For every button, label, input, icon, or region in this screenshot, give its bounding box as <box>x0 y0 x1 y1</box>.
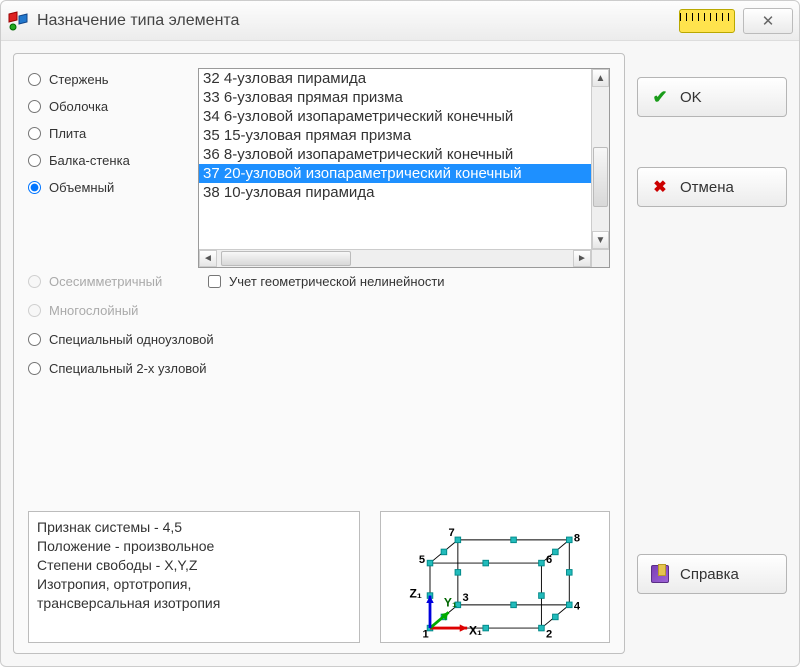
radio-axisym-label: Осесимметричный <box>49 274 162 289</box>
vscroll-track[interactable] <box>592 87 609 231</box>
radio-rod-input[interactable] <box>28 73 41 86</box>
list-item[interactable]: 32 4-узловая пирамида <box>199 69 591 88</box>
radio-special2[interactable]: Специальный 2-х узловой <box>28 361 610 376</box>
list-item[interactable]: 38 10-узловая пирамида <box>199 183 591 202</box>
help-button[interactable]: Справка <box>637 554 787 594</box>
cancel-button-label: Отмена <box>680 179 734 196</box>
element-preview: 1 2 3 4 5 6 7 8 X₁ Y₁ Z₁ <box>380 511 610 643</box>
cancel-button[interactable]: Отмена <box>637 167 787 207</box>
radio-plate[interactable]: Плита <box>28 126 188 141</box>
scroll-up-icon[interactable]: ▲ <box>592 69 609 87</box>
list-item[interactable]: 34 6-узловой изопараметрический конечный <box>199 107 591 126</box>
radio-special1-label: Специальный одноузловой <box>49 332 214 347</box>
radio-wallbeam-input[interactable] <box>28 154 41 167</box>
radio-multilayer: Многослойный <box>28 303 610 318</box>
ruler-button[interactable] <box>679 9 735 33</box>
dialog-body: Стержень Оболочка Плита Балка-стенка <box>1 41 799 666</box>
listbox-hscrollbar[interactable]: ◄ ► <box>199 249 591 267</box>
list-item-selected[interactable]: 37 20-узловой изопараметрический конечны… <box>199 164 591 183</box>
x-icon <box>650 177 670 197</box>
hscroll-track[interactable] <box>217 250 573 267</box>
check-icon <box>650 87 670 107</box>
radio-multilayer-label: Многослойный <box>49 303 138 318</box>
svg-text:2: 2 <box>546 628 552 640</box>
scroll-right-icon[interactable]: ► <box>573 250 591 267</box>
hscroll-thumb[interactable] <box>221 251 351 266</box>
radio-shell-label: Оболочка <box>49 99 108 114</box>
ok-button-label: OK <box>680 89 702 106</box>
radio-special1[interactable]: Специальный одноузловой <box>28 332 610 347</box>
type-radio-group: Стержень Оболочка Плита Балка-стенка <box>28 68 188 268</box>
main-panel: Стержень Оболочка Плита Балка-стенка <box>13 53 625 654</box>
svg-text:4: 4 <box>574 601 581 613</box>
element-type-listbox[interactable]: 32 4-узловая пирамида 33 6-узловая пряма… <box>198 68 610 268</box>
info-line: трансверсальная изотропия <box>37 594 351 613</box>
radio-shell-input[interactable] <box>28 100 41 113</box>
svg-text:8: 8 <box>574 533 580 545</box>
radio-solid-label: Объемный <box>49 180 114 195</box>
listbox-inner: 32 4-узловая пирамида 33 6-узловая пряма… <box>199 69 591 249</box>
checkbox-geom-nonlin-label: Учет геометрической нелинейности <box>229 274 445 289</box>
radio-solid[interactable]: Объемный <box>28 180 188 195</box>
radio-special1-input[interactable] <box>28 333 41 346</box>
info-line: Признак системы - 4,5 <box>37 518 351 537</box>
radio-rod-label: Стержень <box>49 72 109 87</box>
help-button-label: Справка <box>680 566 739 583</box>
scroll-down-icon[interactable]: ▼ <box>592 231 609 249</box>
checkbox-geom-nonlin[interactable]: Учет геометрической нелинейности <box>208 274 445 289</box>
info-box: Признак системы - 4,5 Положение - произв… <box>28 511 360 643</box>
radio-wallbeam-label: Балка-стенка <box>49 153 130 168</box>
info-line: Степени свободы - X,Y,Z <box>37 556 351 575</box>
lower-radio-group: Осесимметричный Учет геометрической нели… <box>28 274 610 376</box>
radio-plate-label: Плита <box>49 126 86 141</box>
radio-wallbeam[interactable]: Балка-стенка <box>28 153 188 168</box>
radio-axisym: Осесимметричный <box>28 274 208 289</box>
dialog-window: Назначение типа элемента ✕ Стержень Обол… <box>0 0 800 667</box>
top-row: Стержень Оболочка Плита Балка-стенка <box>28 68 610 268</box>
radio-plate-input[interactable] <box>28 127 41 140</box>
info-line: Изотропия, ортотропия, <box>37 575 351 594</box>
radio-axisym-input <box>28 275 41 288</box>
radio-special2-label: Специальный 2-х узловой <box>49 361 207 376</box>
svg-text:Y₁: Y₁ <box>444 596 457 610</box>
radio-special2-input[interactable] <box>28 362 41 375</box>
svg-text:X₁: X₁ <box>469 624 482 638</box>
list-item[interactable]: 33 6-узловая прямая призма <box>199 88 591 107</box>
svg-text:7: 7 <box>449 527 455 539</box>
svg-text:3: 3 <box>463 592 469 604</box>
side-button-panel: OK Отмена Справка <box>637 53 787 654</box>
radio-solid-input[interactable] <box>28 181 41 194</box>
vscroll-thumb[interactable] <box>593 147 608 207</box>
svg-text:5: 5 <box>419 554 425 566</box>
bottom-row: Признак системы - 4,5 Положение - произв… <box>28 495 610 643</box>
close-button[interactable]: ✕ <box>743 8 793 34</box>
svg-text:Z₁: Z₁ <box>410 586 422 600</box>
list-item[interactable]: 36 8-узловой изопараметрический конечный <box>199 145 591 164</box>
checkbox-geom-nonlin-input[interactable] <box>208 275 221 288</box>
titlebar: Назначение типа элемента ✕ <box>1 1 799 41</box>
svg-text:6: 6 <box>546 554 552 566</box>
close-icon: ✕ <box>762 12 775 30</box>
node-label: 1 <box>423 628 429 640</box>
info-line: Положение - произвольное <box>37 537 351 556</box>
radio-rod[interactable]: Стержень <box>28 72 188 87</box>
list-item[interactable]: 35 15-узловая прямая призма <box>199 126 591 145</box>
radio-shell[interactable]: Оболочка <box>28 99 188 114</box>
radio-multilayer-input <box>28 304 41 317</box>
window-title: Назначение типа элемента <box>37 12 679 30</box>
scroll-corner <box>591 249 609 267</box>
app-icon <box>7 10 29 32</box>
scroll-left-icon[interactable]: ◄ <box>199 250 217 267</box>
listbox-vscrollbar[interactable]: ▲ ▼ <box>591 69 609 249</box>
ok-button[interactable]: OK <box>637 77 787 117</box>
book-icon <box>650 564 670 584</box>
